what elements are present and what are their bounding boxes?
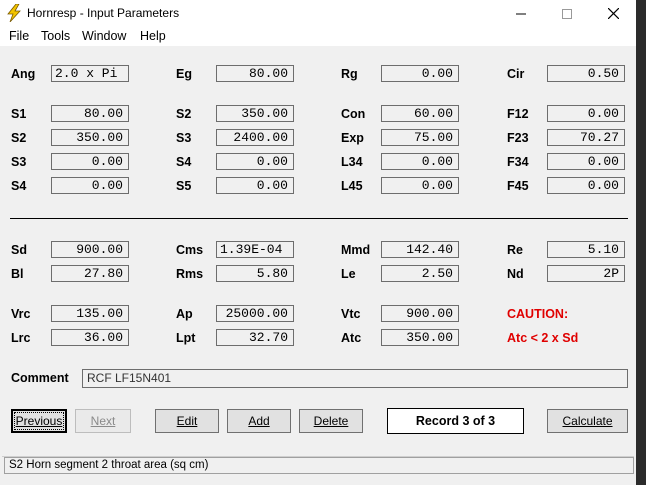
- label-con: Con: [341, 107, 366, 121]
- close-button[interactable]: [590, 0, 636, 27]
- label-s1: S1: [11, 107, 27, 121]
- edit-button[interactable]: Edit: [155, 409, 219, 433]
- field-s3-col2[interactable]: 2400.00: [216, 129, 294, 146]
- field-f23[interactable]: 70.27: [547, 129, 625, 146]
- caution-message: Atc < 2 x Sd: [507, 331, 579, 345]
- field-ap[interactable]: 25000.00: [216, 305, 294, 322]
- label-cms: Cms: [176, 243, 204, 257]
- maximize-button[interactable]: [544, 0, 590, 27]
- status-bar: S2 Horn segment 2 throat area (sq cm): [4, 457, 634, 474]
- label-ang: Ang: [11, 67, 36, 81]
- menu-help[interactable]: Help: [140, 29, 166, 43]
- label-l34: L34: [341, 155, 363, 169]
- label-s4-col2: S4: [176, 155, 192, 169]
- previous-button[interactable]: Previous: [11, 409, 67, 433]
- window-bottom-edge: [0, 477, 636, 485]
- label-vrc: Vrc: [11, 307, 31, 321]
- label-re: Re: [507, 243, 523, 257]
- field-s2-col2[interactable]: 350.00: [216, 105, 294, 122]
- label-f34: F34: [507, 155, 529, 169]
- label-lpt: Lpt: [176, 331, 196, 345]
- field-s4[interactable]: 0.00: [51, 177, 129, 194]
- label-f45: F45: [507, 179, 529, 193]
- label-comment: Comment: [11, 371, 69, 385]
- desktop-background: [636, 0, 646, 485]
- label-bl: Bl: [11, 267, 24, 281]
- lightning-icon: [7, 4, 21, 22]
- field-f45[interactable]: 0.00: [547, 177, 625, 194]
- minimize-icon: [516, 13, 526, 14]
- label-lrc: Lrc: [11, 331, 31, 345]
- field-s1[interactable]: 80.00: [51, 105, 129, 122]
- comment-field[interactable]: RCF LF15N401: [82, 369, 628, 388]
- label-cir: Cir: [507, 67, 525, 81]
- label-s2: S2: [11, 131, 27, 145]
- maximize-icon: [562, 8, 572, 19]
- label-ap: Ap: [176, 307, 193, 321]
- caution-title: CAUTION:: [507, 307, 569, 321]
- label-vtc: Vtc: [341, 307, 361, 321]
- hornresp-window: Hornresp - Input Parameters File Tools W…: [0, 0, 636, 485]
- field-lpt[interactable]: 32.70: [216, 329, 294, 346]
- field-re[interactable]: 5.10: [547, 241, 625, 258]
- label-s3-col2: S3: [176, 131, 192, 145]
- label-le: Le: [341, 267, 356, 281]
- label-rg: Rg: [341, 67, 358, 81]
- field-le[interactable]: 2.50: [381, 265, 459, 282]
- label-s3: S3: [11, 155, 27, 169]
- label-exp: Exp: [341, 131, 364, 145]
- menu-tools[interactable]: Tools: [41, 29, 70, 43]
- label-f23: F23: [507, 131, 529, 145]
- field-eg[interactable]: 80.00: [216, 65, 294, 82]
- field-sd[interactable]: 900.00: [51, 241, 129, 258]
- next-button[interactable]: Next: [75, 409, 131, 433]
- label-s5: S5: [176, 179, 192, 193]
- field-cms[interactable]: 1.39E-04: [216, 241, 294, 258]
- label-l45: L45: [341, 179, 363, 193]
- title-bar: Hornresp - Input Parameters: [0, 0, 636, 27]
- label-nd: Nd: [507, 267, 524, 281]
- label-sd: Sd: [11, 243, 27, 257]
- field-s4-col2[interactable]: 0.00: [216, 153, 294, 170]
- label-atc: Atc: [341, 331, 362, 345]
- add-button[interactable]: Add: [227, 409, 291, 433]
- field-bl[interactable]: 27.80: [51, 265, 129, 282]
- field-vtc[interactable]: 900.00: [381, 305, 459, 322]
- field-rms[interactable]: 5.80: [216, 265, 294, 282]
- field-s5[interactable]: 0.00: [216, 177, 294, 194]
- field-ang[interactable]: 2.0 x Pi: [51, 65, 129, 82]
- calculate-button[interactable]: Calculate: [547, 409, 628, 433]
- label-f12: F12: [507, 107, 529, 121]
- field-f34[interactable]: 0.00: [547, 153, 625, 170]
- field-l34[interactable]: 0.00: [381, 153, 459, 170]
- label-mmd: Mmd: [341, 243, 371, 257]
- label-s4: S4: [11, 179, 27, 193]
- menu-window[interactable]: Window: [82, 29, 126, 43]
- field-s3[interactable]: 0.00: [51, 153, 129, 170]
- field-vrc[interactable]: 135.00: [51, 305, 129, 322]
- field-l45[interactable]: 0.00: [381, 177, 459, 194]
- field-mmd[interactable]: 142.40: [381, 241, 459, 258]
- field-f12[interactable]: 0.00: [547, 105, 625, 122]
- field-cir[interactable]: 0.50: [547, 65, 625, 82]
- minimize-button[interactable]: [498, 0, 544, 27]
- record-indicator: Record 3 of 3: [387, 408, 524, 434]
- label-rms: Rms: [176, 267, 204, 281]
- menu-file[interactable]: File: [9, 29, 29, 43]
- field-nd[interactable]: 2P: [547, 265, 625, 282]
- field-lrc[interactable]: 36.00: [51, 329, 129, 346]
- field-con[interactable]: 60.00: [381, 105, 459, 122]
- label-s2-col2: S2: [176, 107, 192, 121]
- label-eg: Eg: [176, 67, 192, 81]
- close-icon: [607, 8, 619, 19]
- field-rg[interactable]: 0.00: [381, 65, 459, 82]
- field-atc[interactable]: 350.00: [381, 329, 459, 346]
- delete-button[interactable]: Delete: [299, 409, 363, 433]
- field-exp[interactable]: 75.00: [381, 129, 459, 146]
- section-divider: [10, 218, 628, 219]
- window-title: Hornresp - Input Parameters: [27, 6, 180, 20]
- field-s2[interactable]: 350.00: [51, 129, 129, 146]
